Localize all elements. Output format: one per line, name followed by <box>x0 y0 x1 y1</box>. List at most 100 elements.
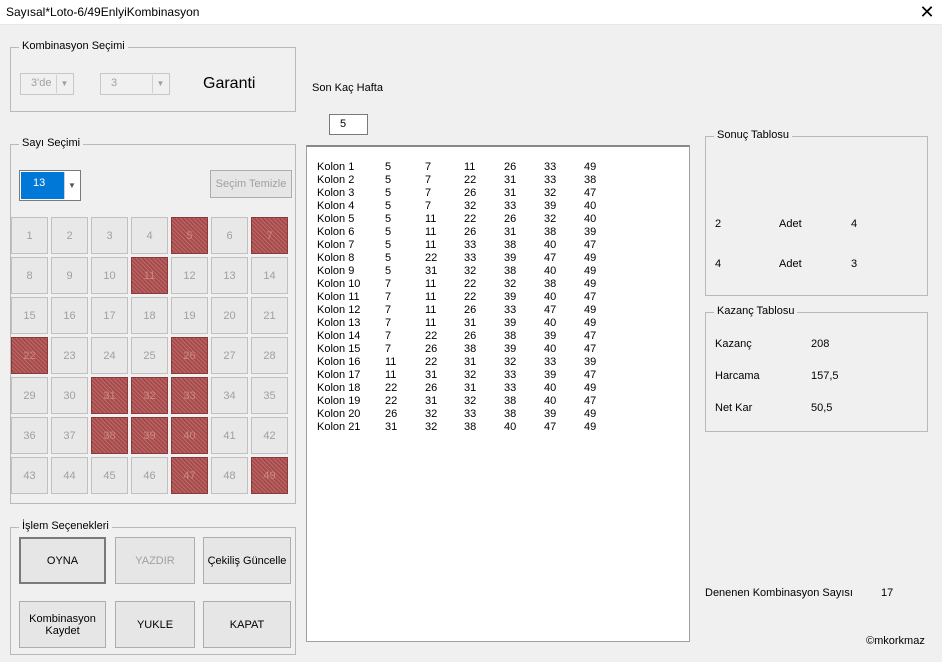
denenen-value: 17 <box>881 587 894 599</box>
kazanc-legend: Kazanç Tablosu <box>714 305 798 317</box>
kolon-number: 26 <box>425 382 438 394</box>
number-button[interactable]: 23 <box>51 337 88 374</box>
kombinasyon-kaydet-button[interactable]: Kombinasyon Kaydet <box>19 601 106 648</box>
kolon-name: Kolon 18 <box>317 382 361 394</box>
number-button[interactable]: 6 <box>211 217 248 254</box>
number-button[interactable]: 16 <box>51 297 88 334</box>
number-button[interactable]: 9 <box>51 257 88 294</box>
kolon-name: Kolon 21 <box>317 421 361 433</box>
number-button[interactable]: 31 <box>91 377 128 414</box>
kolon-number: 11 <box>425 213 437 225</box>
kolon-listbox[interactable]: Kolon 1 5 7 11 26 33 49 Kolon 2 5 7 22 31 33 38 Kolon … <box>306 145 690 642</box>
number-button[interactable]: 41 <box>211 417 248 454</box>
kolon-number: 38 <box>504 265 517 277</box>
number-button[interactable]: 34 <box>211 377 248 414</box>
kolon-number: 39 <box>584 356 597 368</box>
kolon-number: 5 <box>385 213 392 225</box>
chevron-down-icon[interactable]: ▼ <box>56 75 72 93</box>
number-button[interactable]: 5 <box>171 217 208 254</box>
number-button[interactable]: 14 <box>251 257 288 294</box>
number-button[interactable]: 38 <box>91 417 128 454</box>
kolon-number: 38 <box>504 408 517 420</box>
kolon-number: 32 <box>504 278 517 290</box>
kapat-button[interactable]: KAPAT <box>203 601 291 648</box>
kolon-number: 38 <box>504 239 517 251</box>
number-button[interactable]: 25 <box>131 337 168 374</box>
number-button[interactable]: 22 <box>11 337 48 374</box>
kolon-number: 31 <box>425 265 438 277</box>
kombinasyon-combo-2[interactable]: 3 ▼ <box>100 73 170 95</box>
number-button[interactable]: 3 <box>91 217 128 254</box>
kolon-number: 39 <box>544 200 557 212</box>
number-button[interactable]: 10 <box>91 257 128 294</box>
oyna-button[interactable]: OYNA <box>19 537 106 584</box>
islem-legend: İşlem Seçenekleri <box>19 520 112 532</box>
kolon-number: 11 <box>425 304 437 316</box>
kolon-number: 11 <box>425 278 437 290</box>
number-button[interactable]: 42 <box>251 417 288 454</box>
chevron-down-icon[interactable]: ▼ <box>64 172 79 199</box>
number-button[interactable]: 19 <box>171 297 208 334</box>
kolon-number: 32 <box>425 421 438 433</box>
kolon-number: 31 <box>425 369 438 381</box>
kolon-number: 22 <box>385 382 398 394</box>
number-button[interactable]: 36 <box>11 417 48 454</box>
number-button[interactable]: 7 <box>251 217 288 254</box>
number-button[interactable]: 20 <box>211 297 248 334</box>
number-button[interactable]: 18 <box>131 297 168 334</box>
number-button[interactable]: 46 <box>131 457 168 494</box>
number-button[interactable]: 28 <box>251 337 288 374</box>
cekilis-guncelle-button[interactable]: Çekiliş Güncelle <box>203 537 291 584</box>
kolon-number: 40 <box>544 382 557 394</box>
kolon-number: 5 <box>385 252 392 264</box>
chevron-down-icon[interactable]: ▼ <box>152 75 168 93</box>
sayi-count-combo[interactable]: 13 ▼ <box>19 170 81 201</box>
number-button[interactable]: 49 <box>251 457 288 494</box>
yukle-button[interactable]: YUKLE <box>115 601 195 648</box>
garanti-label: Garanti <box>203 75 256 92</box>
number-button[interactable]: 13 <box>211 257 248 294</box>
number-button[interactable]: 35 <box>251 377 288 414</box>
son-kac-hafta-input[interactable]: 5 <box>329 114 368 135</box>
number-button[interactable]: 44 <box>51 457 88 494</box>
number-button[interactable]: 39 <box>131 417 168 454</box>
close-icon[interactable]: ✕ <box>912 0 942 25</box>
sonuc-legend: Sonuç Tablosu <box>714 129 792 141</box>
yazdir-button[interactable]: YAZDIR <box>115 537 195 584</box>
number-button[interactable]: 4 <box>131 217 168 254</box>
number-button[interactable]: 21 <box>251 297 288 334</box>
number-button[interactable]: 30 <box>51 377 88 414</box>
kolon-number: 40 <box>544 343 557 355</box>
number-button[interactable]: 17 <box>91 297 128 334</box>
cekilis-guncelle-label: Çekiliş Güncelle <box>207 554 287 567</box>
number-button[interactable]: 11 <box>131 257 168 294</box>
number-button[interactable]: 45 <box>91 457 128 494</box>
number-button[interactable]: 15 <box>11 297 48 334</box>
kolon-number: 47 <box>584 291 597 303</box>
number-button[interactable]: 1 <box>11 217 48 254</box>
secim-temizle-button[interactable]: Seçim Temizle <box>210 170 292 198</box>
number-button[interactable]: 43 <box>11 457 48 494</box>
kombinasyon-combo-1[interactable]: 3'de ▼ <box>20 73 74 95</box>
kapat-label: KAPAT <box>229 618 265 631</box>
number-button[interactable]: 8 <box>11 257 48 294</box>
kolon-number: 26 <box>464 226 477 238</box>
number-button[interactable]: 48 <box>211 457 248 494</box>
number-button[interactable]: 47 <box>171 457 208 494</box>
number-button[interactable]: 26 <box>171 337 208 374</box>
number-button[interactable]: 29 <box>11 377 48 414</box>
kolon-number: 40 <box>544 265 557 277</box>
number-button[interactable]: 2 <box>51 217 88 254</box>
number-button[interactable]: 27 <box>211 337 248 374</box>
sonuc-cell: Adet <box>779 258 802 270</box>
number-button[interactable]: 40 <box>171 417 208 454</box>
yazdir-label: YAZDIR <box>135 554 175 567</box>
sonuc-cell: 2 <box>715 218 722 230</box>
kolon-number: 39 <box>504 343 517 355</box>
sonuc-cell: 3 <box>851 258 858 270</box>
number-button[interactable]: 33 <box>171 377 208 414</box>
number-button[interactable]: 37 <box>51 417 88 454</box>
number-button[interactable]: 24 <box>91 337 128 374</box>
number-button[interactable]: 12 <box>171 257 208 294</box>
number-button[interactable]: 32 <box>131 377 168 414</box>
